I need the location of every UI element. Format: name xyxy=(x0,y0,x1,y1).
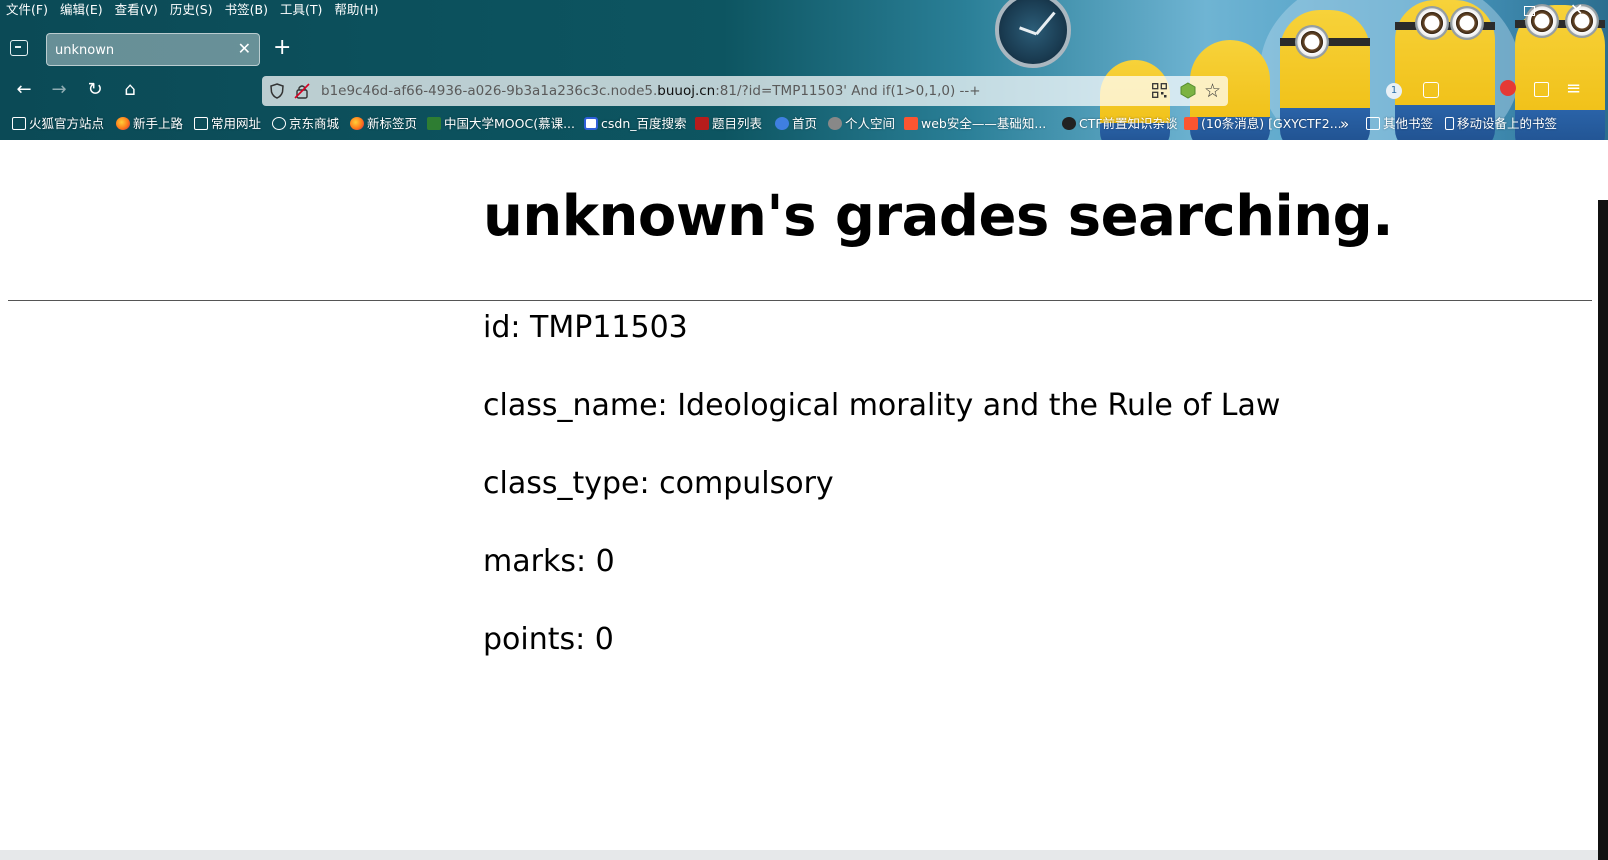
bookmarks-toolbar: 火狐官方站点 新手上路 常用网址 京东商城 新标签页 中国大学MOOC(慕课... csdn… xyxy=(0,112,1608,136)
csdn-icon xyxy=(904,117,918,130)
bookmark-star-icon[interactable]: ☆ xyxy=(1204,81,1221,101)
play-icon xyxy=(1062,117,1076,130)
bookmark-label: (10条消息) [GXYCTF2... xyxy=(1201,116,1342,131)
horizontal-rule xyxy=(8,300,1592,301)
window-restore-icon[interactable] xyxy=(1524,6,1535,16)
qr-code-icon[interactable] xyxy=(1152,83,1167,98)
insecure-lock-icon[interactable] xyxy=(294,83,310,99)
bookmark-label: 移动设备上的书签 xyxy=(1457,116,1558,131)
url-text[interactable]: b1e9c46d-af66-4936-a026-9b3a1a236c3c.nod… xyxy=(321,83,981,99)
forward-arrow-icon[interactable]: → xyxy=(47,78,71,102)
right-edge-scrollbar[interactable] xyxy=(1598,200,1608,860)
bookmark-label: 中国大学MOOC(慕课... xyxy=(444,116,575,131)
blue-globe-icon xyxy=(775,117,789,130)
bookmark-item-4[interactable]: 新标签页 xyxy=(350,115,417,133)
menu-item-6[interactable]: 帮助(H) xyxy=(328,0,384,20)
field-id: id: TMP11503 xyxy=(483,310,688,345)
menu-item-4[interactable]: 书签(B) xyxy=(219,0,274,20)
mobile-icon xyxy=(1445,117,1454,130)
bookmarks-overflow-chevron-icon[interactable]: » xyxy=(1340,115,1349,133)
menu-bar: 文件(F) 编辑(E) 查看(V) 历史(S) 书签(B) 工具(T) 帮助(H) xyxy=(0,0,385,20)
firefox-icon xyxy=(350,117,364,130)
extension-puzzle-icon[interactable] xyxy=(1423,82,1439,98)
menu-item-2[interactable]: 查看(V) xyxy=(109,0,164,20)
field-points: points: 0 xyxy=(483,622,614,657)
folder-icon xyxy=(12,117,26,130)
mooc-icon xyxy=(427,117,441,130)
bookmark-label: csdn_百度搜索 xyxy=(601,116,687,131)
tab-unknown[interactable]: unknown ✕ xyxy=(46,33,260,66)
bookmark-item-5[interactable]: 中国大学MOOC(慕课... xyxy=(427,115,575,133)
bookmark-item-2[interactable]: 常用网址 xyxy=(194,115,261,133)
bookmark-label: 京东商城 xyxy=(289,116,340,131)
bookmark-item-10[interactable]: web安全——基础知... xyxy=(904,115,1046,133)
bookmark-label: 常用网址 xyxy=(211,116,262,131)
bookmark-item-1[interactable]: 新手上路 xyxy=(116,115,183,133)
extensions-icon[interactable] xyxy=(1534,82,1549,97)
bookmark-item-9[interactable]: 个人空间 xyxy=(828,115,895,133)
bookmark-item-8[interactable]: 首页 xyxy=(775,115,817,133)
page-content: unknown's grades searching. id: TMP11503… xyxy=(0,140,1608,860)
firefox-icon xyxy=(116,117,130,130)
csdn-icon xyxy=(1184,117,1198,130)
page-title: unknown's grades searching. xyxy=(483,184,1393,249)
globe-icon xyxy=(272,117,286,130)
tab-list-icon[interactable] xyxy=(10,40,28,56)
badge-count: 1 xyxy=(1390,85,1398,96)
buuoj-icon xyxy=(695,117,709,130)
nodejs-extension-icon[interactable] xyxy=(1180,82,1196,99)
tracking-shield-icon[interactable] xyxy=(270,83,284,99)
baidu-icon xyxy=(584,117,598,130)
gray-globe-icon xyxy=(828,117,842,130)
bookmark-label: 新标签页 xyxy=(367,116,418,131)
url-bar[interactable]: b1e9c46d-af66-4936-a026-9b3a1a236c3c.nod… xyxy=(262,76,1228,106)
bookmark-item-13[interactable]: 其他书签 xyxy=(1366,115,1433,133)
bookmark-item-14[interactable]: 移动设备上的书签 xyxy=(1445,115,1557,133)
bookmark-label: 其他书签 xyxy=(1383,116,1434,131)
bookmark-item-11[interactable]: CTF前置知识杂谈 xyxy=(1062,115,1178,133)
field-class-type: class_type: compulsory xyxy=(483,466,834,501)
browser-chrome: 文件(F) 编辑(E) 查看(V) 历史(S) 书签(B) 工具(T) 帮助(H) unkn… xyxy=(0,0,1608,140)
bottom-strip xyxy=(0,850,1598,860)
close-tab-icon[interactable]: ✕ xyxy=(238,40,251,58)
window-close-icon[interactable]: ✕ xyxy=(1570,2,1583,18)
tab-strip: unknown ✕ + xyxy=(0,30,1608,68)
menu-item-3[interactable]: 历史(S) xyxy=(164,0,219,20)
url-prefix: b1e9c46d-af66-4936-a026-9b3a1a236c3c.nod… xyxy=(321,83,658,99)
bookmark-label: 新手上路 xyxy=(133,116,184,131)
reload-icon[interactable]: ↻ xyxy=(83,78,107,102)
bookmark-label: web安全——基础知... xyxy=(921,116,1047,131)
menu-item-5[interactable]: 工具(T) xyxy=(274,0,328,20)
menu-item-1[interactable]: 编辑(E) xyxy=(54,0,109,20)
bookmark-item-3[interactable]: 京东商城 xyxy=(272,115,339,133)
bookmark-label: 个人空间 xyxy=(845,116,896,131)
folder-icon xyxy=(1366,117,1380,130)
bookmark-label: 题目列表 xyxy=(712,116,763,131)
home-icon[interactable]: ⌂ xyxy=(118,78,142,102)
adblock-icon[interactable] xyxy=(1500,80,1516,96)
bookmark-item-7[interactable]: 题目列表 xyxy=(695,115,762,133)
back-arrow-icon[interactable]: ← xyxy=(12,78,36,102)
bookmark-label: 火狐官方站点 xyxy=(29,116,105,131)
bookmark-item-6[interactable]: csdn_百度搜索 xyxy=(584,115,687,133)
url-host: buuoj.cn xyxy=(657,83,716,99)
navigation-bar: ← → ↻ ⌂ b1e9c46d-af66-4936-a026-9b3a1a23… xyxy=(0,72,1608,108)
new-tab-button[interactable]: + xyxy=(273,37,291,59)
notification-badge-icon[interactable]: 1 xyxy=(1386,83,1402,99)
field-class-name: class_name: Ideological morality and the… xyxy=(483,388,1281,423)
tab-title: unknown xyxy=(55,43,115,58)
bookmark-item-0[interactable]: 火狐官方站点 xyxy=(12,115,104,133)
menu-item-0[interactable]: 文件(F) xyxy=(0,0,54,20)
bookmark-label: 首页 xyxy=(792,116,818,131)
folder-icon xyxy=(194,117,208,130)
url-suffix: :81/?id=TMP11503' And if(1>0,1,0) --+ xyxy=(715,83,981,99)
field-marks: marks: 0 xyxy=(483,544,615,579)
hamburger-menu-icon[interactable]: ≡ xyxy=(1566,80,1581,98)
bookmark-label: CTF前置知识杂谈 xyxy=(1079,116,1178,131)
bookmark-item-12[interactable]: (10条消息) [GXYCTF2... xyxy=(1184,115,1342,133)
